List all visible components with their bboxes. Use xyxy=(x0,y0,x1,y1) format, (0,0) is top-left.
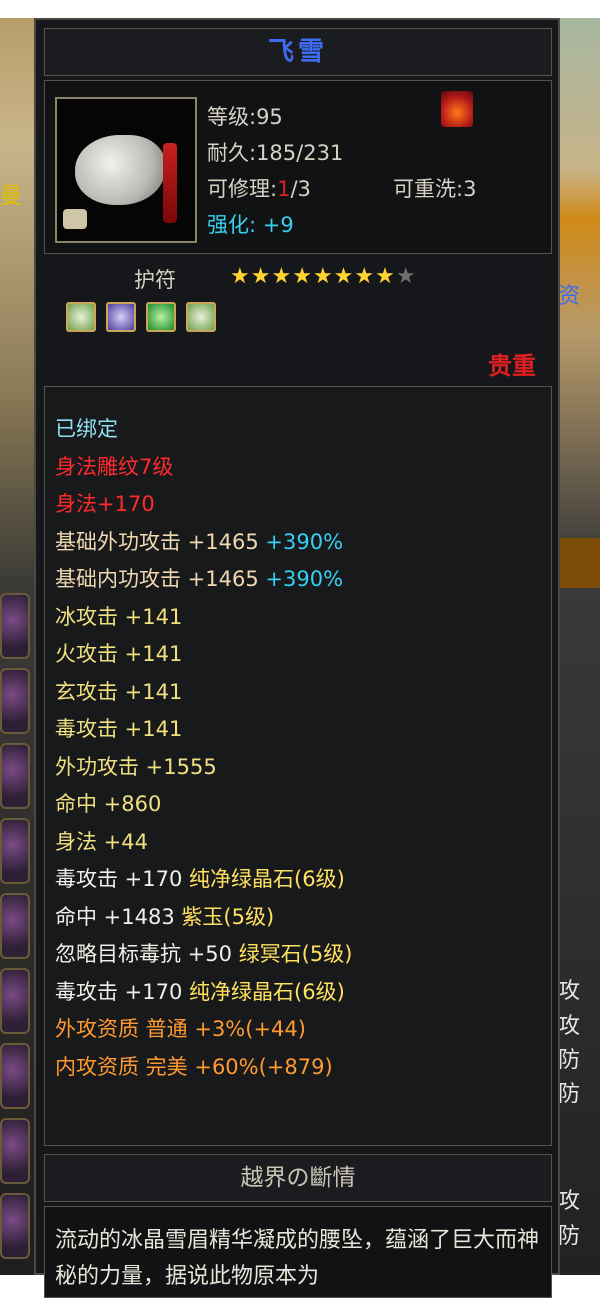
background-char: 曼 xyxy=(0,184,23,209)
property-line: 身法+170 xyxy=(55,492,155,516)
star-icon: ★ xyxy=(312,264,334,289)
item-tooltip-panel: 飞雪 等级:95 耐久:185/231 可修理:1/3 可重洗:3 强化: +9… xyxy=(34,18,560,1298)
repair-line: 可修理:1/3 xyxy=(207,173,311,203)
star-icon: ★ xyxy=(292,264,313,289)
star-icon: ★ xyxy=(271,264,293,289)
item-grade-box: 护符 ★★★★★★★★★ 贵重 xyxy=(44,258,550,380)
background-char: 防 xyxy=(558,1224,581,1249)
skill-slot[interactable] xyxy=(0,743,30,809)
property-line: 毒攻击 +170 纯净绿晶石(6级) xyxy=(55,863,345,893)
skill-slot[interactable] xyxy=(0,1043,30,1109)
durability-line: 耐久:185/231 xyxy=(207,141,344,165)
background-char: 攻 xyxy=(558,979,581,1004)
property-text: 毒攻击 +170 xyxy=(55,980,183,1004)
property-line: 基础内功攻击 +1465 +390% xyxy=(55,563,343,593)
enhance-label: 强化: xyxy=(207,213,257,237)
property-line: 身法雕纹7级 xyxy=(55,455,174,479)
property-text: 命中 +1483 xyxy=(55,905,175,929)
property-line: 命中 +1483 紫玉(5级) xyxy=(55,901,274,931)
jade-body-icon xyxy=(75,135,165,205)
repair-value: 1 xyxy=(277,177,291,201)
star-empty-icon: ★ xyxy=(395,264,417,289)
green-gem-icon xyxy=(186,302,216,332)
jade-pendant-icon xyxy=(67,115,177,223)
item-properties: 已绑定 身法雕纹7级 身法+170 基础外功攻击 +1465 +390% 基础内… xyxy=(44,386,552,1146)
property-line: 外功攻击 +1555 xyxy=(55,755,217,779)
skill-slot[interactable] xyxy=(0,1193,30,1259)
background-char: 攻 xyxy=(558,1189,581,1214)
star-icon: ★ xyxy=(230,264,251,289)
property-text: 基础内功攻击 +1465 xyxy=(55,567,259,591)
property-line: 毒攻击 +141 xyxy=(55,717,183,741)
property-line: 内攻资质 完美 +60%(+879) xyxy=(55,1055,333,1079)
star-icon: ★ xyxy=(333,264,355,289)
skill-slot[interactable] xyxy=(0,593,30,659)
property-bonus: +390% xyxy=(265,567,344,591)
rarity-label: 贵重 xyxy=(488,352,536,380)
item-set-name: 越界の斷情 xyxy=(44,1154,552,1202)
property-line: 身法 +44 xyxy=(55,830,148,854)
skill-slot[interactable] xyxy=(0,668,30,734)
background-left-scene: 曼 xyxy=(0,18,34,1275)
skill-slot[interactable] xyxy=(0,818,30,884)
property-text: 忽略目标毒抗 +50 xyxy=(55,942,232,966)
skill-slot[interactable] xyxy=(0,893,30,959)
property-line: 外攻资质 普通 +3%(+44) xyxy=(55,1017,306,1041)
property-line: 玄攻击 +141 xyxy=(55,680,183,704)
gem-name: 紫玉(5级) xyxy=(181,905,275,929)
item-info-box: 等级:95 耐久:185/231 可修理:1/3 可重洗:3 强化: +9 xyxy=(44,80,552,254)
background-char: 防 xyxy=(558,1048,581,1073)
property-line: 已绑定 xyxy=(55,417,118,441)
star-icon: ★ xyxy=(375,264,396,289)
item-title: 飞雪 xyxy=(44,28,552,76)
property-line: 命中 +860 xyxy=(55,792,162,816)
rewash-line: 可重洗:3 xyxy=(393,177,477,201)
enhance-value: +9 xyxy=(262,213,294,237)
property-line: 毒攻击 +170 纯净绿晶石(6级) xyxy=(55,976,345,1006)
item-icon-frame xyxy=(55,97,197,243)
background-char: 防 xyxy=(558,1082,581,1107)
skill-slot[interactable] xyxy=(0,1118,30,1184)
item-description-box: 流动的冰晶雪眉精华凝成的腰坠，蕴涵了巨大而神秘的力量，据说此物原本为 xyxy=(44,1206,552,1298)
property-line: 基础外功攻击 +1465 +390% xyxy=(55,526,343,556)
star-rating: ★★★★★★★★★ xyxy=(230,264,417,289)
gem-name: 纯净绿晶石(6级) xyxy=(189,867,345,891)
repair-total: /3 xyxy=(290,177,311,201)
bind-icon xyxy=(63,209,87,229)
star-icon: ★ xyxy=(354,264,376,289)
property-text: 毒攻击 +170 xyxy=(55,867,183,891)
enhance-line: 强化: +9 xyxy=(207,209,294,239)
gem-name: 绿冥石(5级) xyxy=(238,942,353,966)
property-line: 忽略目标毒抗 +50 绿冥石(5级) xyxy=(55,938,352,968)
gem-name: 纯净绿晶石(6级) xyxy=(189,980,345,1004)
property-text: 基础外功攻击 +1465 xyxy=(55,530,259,554)
property-bonus: +390% xyxy=(265,530,344,554)
emerald-gem-icon xyxy=(146,302,176,332)
skill-slot[interactable] xyxy=(0,968,30,1034)
star-icon: ★ xyxy=(250,264,272,289)
purple-gem-icon xyxy=(106,302,136,332)
level-line: 等级:95 xyxy=(207,105,283,129)
property-line: 火攻击 +141 xyxy=(55,642,183,666)
green-gem-icon xyxy=(66,302,96,332)
tassel-icon xyxy=(163,143,177,223)
item-type: 护符 xyxy=(134,268,176,292)
item-description: 流动的冰晶雪眉精华凝成的腰坠，蕴涵了巨大而神秘的力量，据说此物原本为 xyxy=(55,1228,540,1289)
repair-label: 可修理: xyxy=(207,177,278,201)
background-char: 资 xyxy=(558,284,581,309)
property-line: 冰攻击 +141 xyxy=(55,605,183,629)
background-char: 攻 xyxy=(558,1014,581,1039)
flame-badge-icon xyxy=(441,91,473,127)
